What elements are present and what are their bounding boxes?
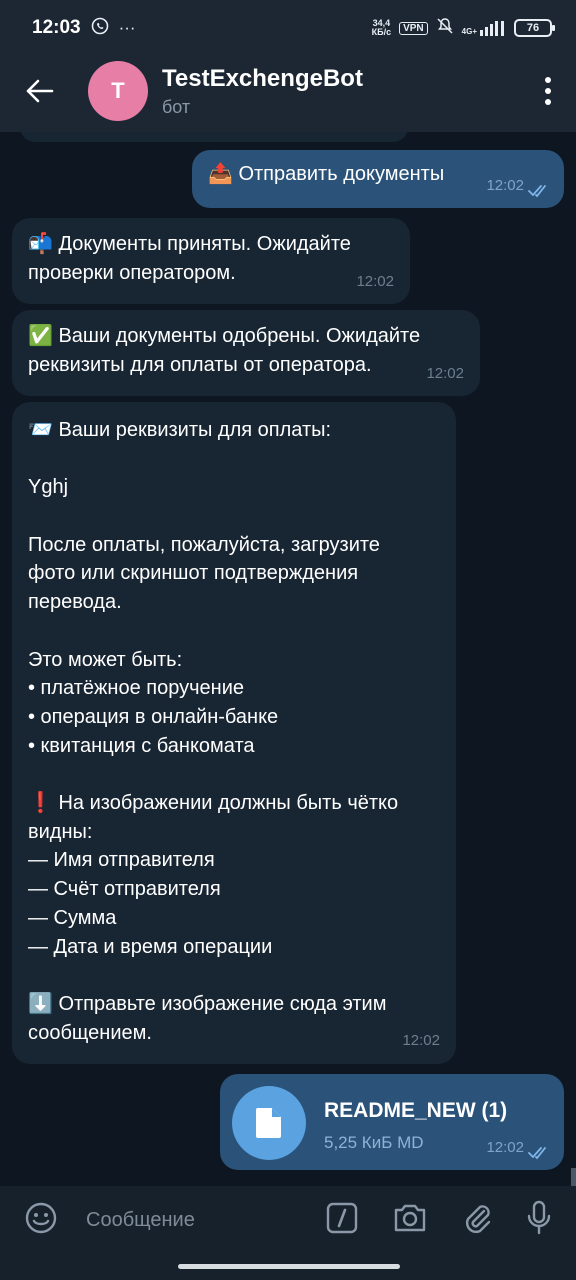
file-name: README_NEW (1) bbox=[324, 1099, 508, 1122]
chat-title: TestExchengeBot bbox=[162, 64, 363, 92]
file-icon[interactable] bbox=[232, 1086, 306, 1160]
message-line: Это может быть: bbox=[28, 648, 183, 671]
message-bubble-incoming[interactable]: ✅ Ваши документы одобрены. Ожидайте рекв… bbox=[12, 310, 480, 396]
message-line: • платёжное поручение bbox=[28, 677, 244, 700]
message-bubble-incoming[interactable]: 📬 Документы приняты. Ожидайте проверки о… bbox=[12, 218, 410, 304]
message-line: Ваши реквизиты для оплаты: bbox=[58, 419, 332, 441]
previous-message-edge bbox=[20, 132, 408, 142]
message-line: ❗ На изображении должны быть чётко bbox=[28, 792, 399, 815]
avatar[interactable]: T bbox=[88, 61, 148, 121]
speed-unit: КБ/с bbox=[371, 27, 392, 37]
message-line: — Сумма bbox=[28, 906, 117, 929]
chat-subtitle: бот bbox=[162, 96, 191, 117]
camera-icon[interactable] bbox=[392, 1202, 428, 1239]
message-line: После оплаты, пожалуйста, загрузите bbox=[28, 533, 380, 556]
message-line: Yghj bbox=[28, 476, 69, 499]
more-vert-icon[interactable] bbox=[538, 77, 558, 105]
message-line: реквизиты для оплаты от оператора. bbox=[28, 354, 372, 376]
message-time: 12:02 bbox=[426, 365, 464, 382]
message-bubble-outgoing[interactable]: 📤 Отправить документы 12:02 bbox=[192, 150, 564, 208]
whatsapp-icon bbox=[91, 17, 109, 40]
message-line: фото или скриншот подтверждения bbox=[28, 562, 359, 585]
chat-title-block[interactable]: TestExchengeBot бот bbox=[162, 65, 363, 118]
message-text: Отправить документы bbox=[238, 163, 445, 185]
message-line: • квитанция с банкомата bbox=[28, 734, 255, 757]
message-line: • операция в онлайн-банке bbox=[28, 705, 279, 728]
message-line bbox=[28, 760, 440, 789]
signal-icon: 4G+ bbox=[462, 20, 506, 36]
message-line: сообщением. bbox=[28, 1021, 152, 1044]
message-line bbox=[28, 502, 440, 531]
message-line: — Дата и время операции bbox=[28, 935, 273, 958]
message-time: 12:02 bbox=[486, 177, 524, 194]
message-line: проверки оператором. bbox=[28, 262, 236, 284]
message-time: 12:02 bbox=[356, 273, 394, 290]
emoji-icon[interactable] bbox=[24, 1201, 58, 1240]
status-time: 12:03 bbox=[32, 17, 81, 38]
message-input[interactable]: Сообщение bbox=[86, 1209, 195, 1232]
message-time: 12:02 bbox=[402, 1032, 440, 1050]
status-bar: 12:03 ··· 34,4 КБ/с VPN 4G+ 76 bbox=[0, 0, 576, 56]
back-arrow-icon[interactable] bbox=[24, 75, 56, 107]
message-line: видны: bbox=[28, 820, 93, 843]
battery-indicator: 76 bbox=[514, 19, 555, 37]
file-meta: 5,25 КиБ MD bbox=[324, 1133, 424, 1152]
message-line: перевода. bbox=[28, 591, 122, 614]
mute-bell-icon bbox=[436, 17, 454, 40]
battery-level: 76 bbox=[526, 22, 540, 34]
message-emoji: 📬 bbox=[28, 233, 53, 255]
file-message-bubble[interactable]: README_NEW (1) 5,25 КиБ MD 12:02 bbox=[220, 1074, 564, 1170]
system-nav-bar bbox=[0, 1254, 576, 1280]
double-check-icon bbox=[528, 1147, 546, 1160]
message-line bbox=[28, 961, 440, 990]
message-line: — Имя отправителя bbox=[28, 849, 215, 872]
message-emoji: ✅ bbox=[28, 325, 53, 347]
message-time: 12:02 bbox=[486, 1139, 524, 1156]
message-line: Ваши документы одобрены. Ожидайте bbox=[58, 325, 421, 347]
scroll-indicator[interactable] bbox=[571, 1168, 576, 1186]
message-line: Документы приняты. Ожидайте bbox=[58, 233, 351, 255]
chat-header: T TestExchengeBot бот bbox=[0, 50, 576, 132]
message-input-bar: Сообщение bbox=[0, 1186, 576, 1254]
attach-icon[interactable] bbox=[462, 1201, 492, 1240]
double-check-icon bbox=[528, 185, 546, 198]
more-notifications-icon: ··· bbox=[118, 18, 136, 37]
vpn-badge: VPN bbox=[399, 21, 428, 35]
network-type: 4G+ bbox=[461, 27, 477, 36]
message-emoji: 📨 bbox=[28, 419, 53, 441]
mic-icon[interactable] bbox=[526, 1200, 552, 1241]
network-speed: 34,4 КБ/с bbox=[372, 19, 391, 37]
command-icon[interactable] bbox=[326, 1202, 358, 1239]
message-line bbox=[28, 617, 440, 646]
message-emoji: 📤 bbox=[208, 163, 233, 185]
message-list[interactable]: 📤 Отправить документы 12:02 📬 Документы … bbox=[0, 132, 576, 1186]
home-gesture-handle[interactable] bbox=[178, 1264, 400, 1269]
message-line: ⬇️ Отправьте изображение сюда этим bbox=[28, 992, 387, 1015]
message-bubble-incoming[interactable]: 📨 Ваши реквизиты для оплаты: Yghj После … bbox=[12, 402, 456, 1064]
message-line: — Счёт отправителя bbox=[28, 878, 221, 901]
message-line bbox=[28, 445, 440, 474]
